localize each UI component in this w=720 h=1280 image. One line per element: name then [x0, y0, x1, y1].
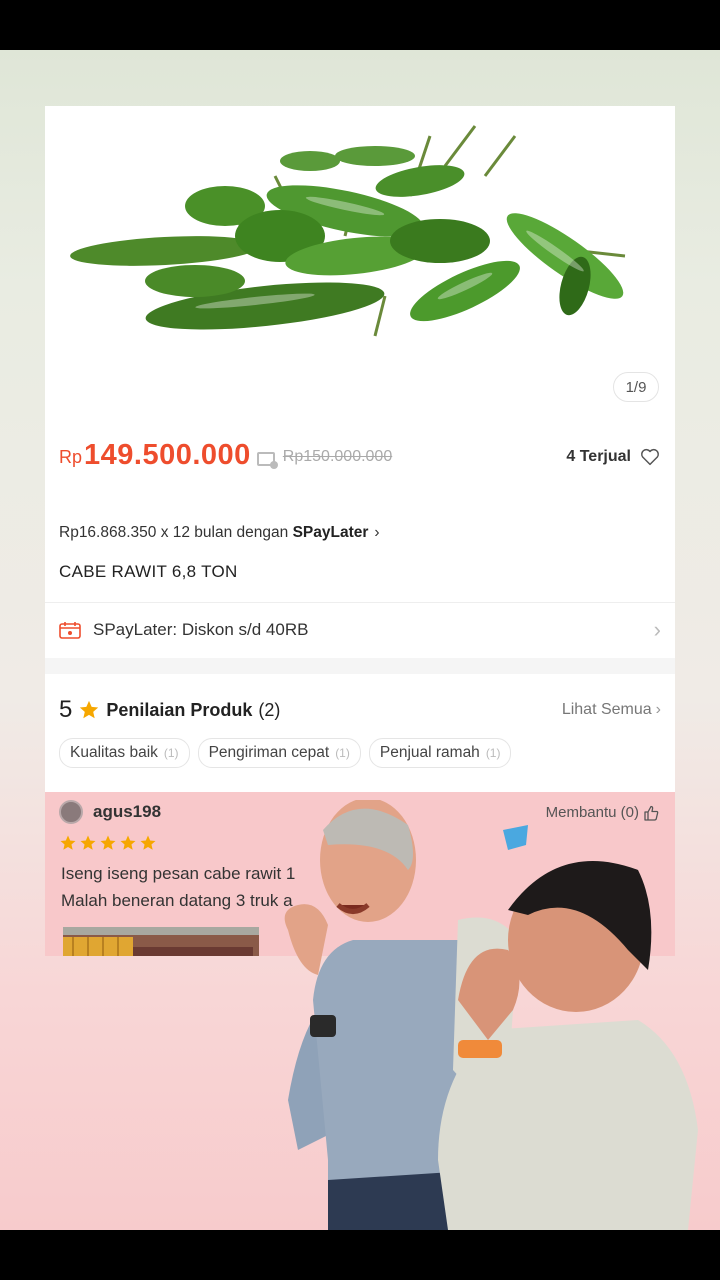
rating-header: 5 Penilaian Produk (2) Lihat Semua › — [59, 694, 661, 726]
rating-score: 5 — [59, 696, 73, 723]
price-badge-icon — [256, 452, 278, 469]
sold-count: 4 Terjual — [566, 448, 631, 465]
tag-count: (1) — [335, 746, 350, 760]
tag-label: Kualitas baik — [70, 744, 158, 761]
chevron-right-icon: › — [653, 617, 661, 642]
top-letterbox — [0, 0, 720, 50]
rating-tag[interactable]: Kualitas baik (1) — [59, 738, 190, 768]
reviewer-name: agus198 — [93, 802, 162, 821]
tag-count: (1) — [485, 746, 501, 760]
rating-tag[interactable]: Penjual ramah (1) — [368, 738, 512, 768]
divider — [45, 602, 675, 603]
avatar — [59, 800, 83, 824]
product-image[interactable]: 1/9 — [45, 106, 675, 426]
rating-tags: Kualitas baik (1) Pengiriman cepat (1) Pen… — [59, 738, 512, 768]
see-all-label: Lihat Semua — [561, 701, 652, 718]
star-icon — [80, 700, 99, 719]
rating-count: (2) — [258, 699, 281, 720]
star-icon — [140, 835, 156, 850]
tag-count: (1) — [163, 746, 179, 760]
heart-icon[interactable] — [639, 446, 661, 468]
original-price: Rp150.000.000 — [282, 448, 393, 465]
tag-label: Pengiriman cepat — [208, 744, 330, 761]
chevron-right-icon: › — [655, 701, 661, 718]
star-icon — [60, 835, 76, 850]
installment-info[interactable]: Rp16.868.350 x 12 bulan dengan SPayLater… — [59, 524, 380, 542]
review-photo[interactable] — [63, 927, 259, 956]
rating-title: Penilaian Produk — [106, 699, 253, 720]
star-icon — [100, 835, 116, 850]
spaylater-icon — [59, 622, 81, 639]
video-frame: 1/9 Rp 149.500.000 Rp150.000.000 4 Terju… — [0, 50, 720, 1230]
spaylater-label: SPayLater: Diskon s/d 40RB — [93, 620, 309, 639]
review-stars — [59, 834, 157, 852]
chevron-right-icon: › — [374, 524, 380, 541]
section-separator — [45, 658, 675, 674]
product-price: 149.500.000 — [84, 439, 251, 471]
installment-text: Rp16.868.350 x 12 bulan dengan — [59, 524, 293, 541]
price-currency: Rp — [59, 447, 83, 467]
spaylater-promo-row[interactable]: SPayLater: Diskon s/d 40RB › — [45, 604, 675, 656]
product-title: CABE RAWIT 6,8 TON — [59, 562, 238, 581]
image-counter: 1/9 — [613, 372, 659, 402]
reviewer: agus198 — [59, 800, 161, 824]
installment-brand: SPayLater — [292, 524, 369, 541]
green-chili-pile — [70, 125, 626, 337]
bottom-letterbox — [0, 1230, 720, 1280]
sold-block: 4 Terjual — [566, 446, 661, 468]
star-icon — [120, 835, 136, 850]
tag-label: Penjual ramah — [379, 744, 480, 761]
truck-photo — [63, 927, 259, 956]
star-icon — [80, 835, 96, 850]
laughing-men-overlay — [284, 800, 698, 1230]
rating-tag[interactable]: Pengiriman cepat (1) — [197, 738, 361, 768]
see-all-link[interactable]: Lihat Semua › — [562, 701, 661, 719]
